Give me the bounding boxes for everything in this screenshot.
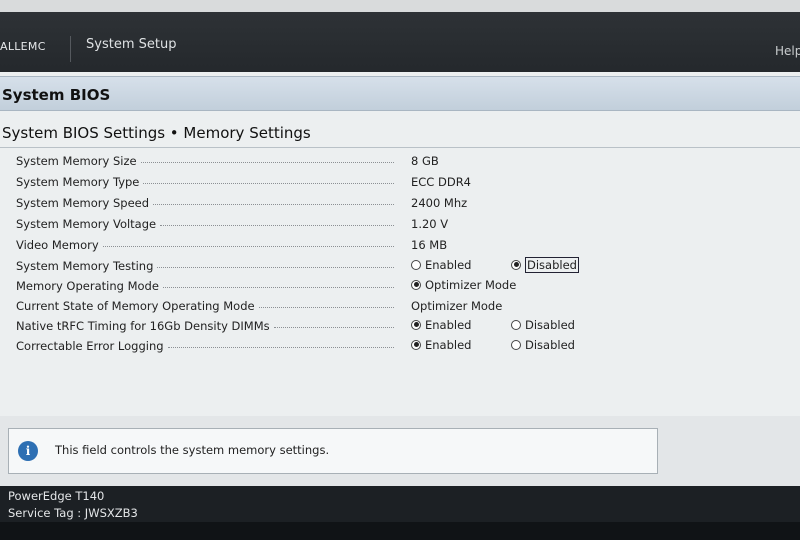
leader-dots [153,203,394,205]
help-box: i This field controls the system memory … [8,428,658,474]
setting-value: Optimizer Mode [411,299,503,313]
setting-row-memory-voltage: System Memory Voltage 1.20 V [16,215,616,233]
radio-off-icon [411,259,421,270]
help-link[interactable]: Help [775,44,800,58]
top-strip [0,0,800,12]
info-icon: i [18,441,38,461]
setting-value: ECC DDR4 [411,175,471,189]
leader-dots [162,286,394,288]
leader-dots [160,224,394,226]
app-title: System Setup [86,37,177,52]
subtitle-divider [0,147,800,148]
setting-row-correctable-error-logging: Correctable Error Logging Enabled Disabl… [16,337,616,355]
leader-dots [258,306,394,308]
setting-label: System Memory Voltage [16,217,157,231]
setting-row-memory-type: System Memory Type ECC DDR4 [16,173,616,191]
setting-label: Current State of Memory Operating Mode [16,299,255,313]
radio-optimizer-mode[interactable]: Optimizer Mode [411,278,516,292]
help-text: This field controls the system memory se… [55,443,330,457]
dell-emc-logo: ALLEMC [0,40,46,53]
setting-row-memory-speed: System Memory Speed 2400 Mhz [16,194,616,212]
setting-value: 1.20 V [411,217,449,231]
radio-error-logging-disabled[interactable]: Disabled [511,338,575,352]
leader-dots [273,326,394,328]
radio-trfc-enabled[interactable]: Enabled [411,318,471,332]
setting-row-current-operating-mode: Current State of Memory Operating Mode O… [16,297,616,315]
setting-value: 2400 Mhz [411,196,468,210]
setting-row-video-memory: Video Memory 16 MB [16,236,616,254]
setting-label: Native tRFC Timing for 16Gb Density DIMM… [16,319,270,333]
setting-value: 16 MB [411,238,448,252]
footer: PowerEdge T140 Service Tag : JWSXZB3 [0,486,800,540]
setting-label: System Memory Testing [16,259,154,273]
setting-row-memory-size: System Memory Size 8 GB [16,152,616,170]
radio-trfc-disabled[interactable]: Disabled [511,318,575,332]
setting-label: System Memory Size [16,154,137,168]
header-divider [70,36,71,62]
setting-label: Memory Operating Mode [16,279,159,293]
setting-value: 8 GB [411,154,439,168]
page-subtitle: System BIOS Settings • Memory Settings [2,124,311,142]
leader-dots [102,245,394,247]
leader-dots [167,346,394,348]
setting-label: Correctable Error Logging [16,339,164,353]
model-name: PowerEdge T140 [8,489,105,503]
radio-on-icon [511,259,521,270]
radio-memory-testing-enabled[interactable]: Enabled [411,258,471,272]
setting-label: System Memory Speed [16,196,150,210]
radio-on-icon [411,339,421,350]
main-content: System BIOS System BIOS Settings • Memor… [0,72,800,486]
page-title: System BIOS [2,86,111,104]
app-header: ALLEMC System Setup Help [0,12,800,74]
setting-row-native-trfc: Native tRFC Timing for 16Gb Density DIMM… [16,317,616,335]
radio-error-logging-enabled[interactable]: Enabled [411,338,471,352]
footer-bar [0,522,800,540]
radio-on-icon [411,279,421,290]
setting-label: System Memory Type [16,175,140,189]
leader-dots [140,161,394,163]
radio-memory-testing-disabled[interactable]: Disabled [511,257,579,273]
setting-row-memory-operating-mode: Memory Operating Mode Optimizer Mode [16,277,616,295]
radio-off-icon [511,319,521,330]
service-tag: Service Tag : JWSXZB3 [8,506,138,520]
page-title-bar: System BIOS [0,76,800,111]
radio-on-icon [411,319,421,330]
setting-label: Video Memory [16,238,99,252]
setting-row-memory-testing: System Memory Testing Enabled Disabled [16,257,616,275]
leader-dots [157,266,394,268]
radio-off-icon [511,339,521,350]
leader-dots [143,182,394,184]
